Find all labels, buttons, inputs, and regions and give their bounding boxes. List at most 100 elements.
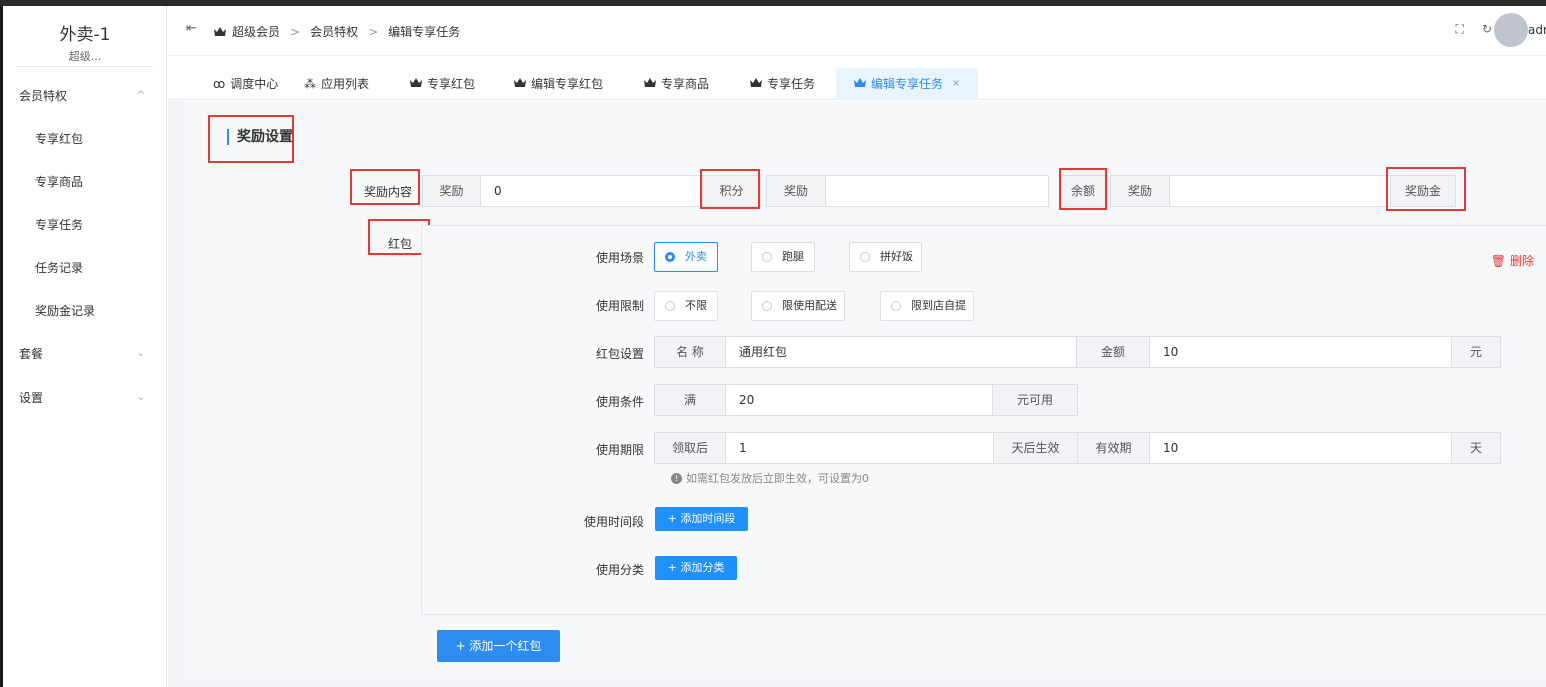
valid-input[interactable]: 10 (1149, 432, 1452, 464)
amount-unit: 元 (1451, 336, 1501, 368)
radio-delivery-only[interactable]: 限使用配送 (751, 291, 845, 321)
breadcrumb-separator: > (290, 24, 301, 39)
sidebar-item-member-privileges[interactable]: 会员特权 ^ (3, 78, 167, 114)
tab-edit-exclusive-tasks[interactable]: 编辑专享任务 × (836, 68, 979, 100)
scene-label: 使用场景 (596, 251, 645, 265)
info-icon: ! (671, 472, 682, 484)
crown-icon (410, 69, 422, 99)
tab-dispatch-center[interactable]: ꝏ 调度中心 (203, 68, 288, 100)
amount-addon: 金额 (1076, 336, 1150, 368)
radio-dot (891, 301, 901, 311)
breadcrumb-item[interactable]: 会员特权 (310, 23, 358, 40)
form-card: 奖励设置 奖励内容 奖励 0 积分 奖励 余额 奖励 奖励金 红包 使用场景 外… (184, 101, 1546, 680)
header-icons: ⛶ ↻ (1456, 22, 1492, 37)
radio-group-meal[interactable]: 拼好饭 (849, 242, 922, 272)
highlight-box (1059, 168, 1107, 210)
balance-input[interactable] (825, 175, 1049, 207)
points-input[interactable]: 0 (480, 175, 703, 207)
trash-icon: 🗑 (1490, 253, 1506, 268)
condition-input[interactable]: 20 (725, 384, 993, 416)
tab-exclusive-redpacket[interactable]: 专享红包 (400, 68, 485, 100)
bike-icon: ꝏ (213, 77, 226, 91)
condition-prefix: 满 (654, 384, 726, 416)
crown-icon (644, 69, 656, 99)
add-category-button[interactable]: + 添加分类 (655, 556, 737, 580)
chevron-down-icon: ⌄ (136, 348, 145, 359)
period-input[interactable]: 1 (725, 432, 994, 464)
period-prefix: 领取后 (654, 432, 726, 464)
breadcrumb-item[interactable]: 超级会员 (232, 23, 280, 40)
sidebar-item-bonus-records[interactable]: 奖励金记录 (3, 293, 167, 329)
radio-dot (860, 252, 870, 262)
sidebar-item-label: 设置 (19, 391, 44, 405)
chevron-down-icon: ⌄ (136, 392, 145, 403)
radio-takeout[interactable]: 外卖 (654, 242, 718, 272)
crown-icon (514, 69, 526, 99)
tab-label: 调度中心 (230, 77, 279, 91)
name-addon: 名 称 (654, 336, 726, 368)
divider (17, 66, 153, 67)
radio-label: 跑腿 (782, 250, 804, 263)
redpacket-panel (421, 225, 1546, 615)
fullscreen-icon[interactable]: ⛶ (1456, 22, 1464, 37)
reward-prefix: 奖励 (422, 175, 481, 207)
tab-label: 专享商品 (661, 77, 710, 91)
user-name[interactable]: adr (1528, 23, 1546, 37)
bonus-input[interactable] (1169, 175, 1392, 207)
tab-label: 应用列表 (321, 77, 370, 91)
sidebar-item-exclusive-tasks[interactable]: 专享任务 (3, 207, 167, 243)
hint-text: ! 如需红包发放后立即生效，可设置为0 (671, 470, 869, 486)
reward-prefix: 奖励 (766, 175, 826, 207)
radio-label: 不限 (685, 299, 707, 312)
sidebar-item-label: 专享任务 (35, 218, 84, 232)
radio-label: 限到店自提 (911, 299, 966, 312)
condition-suffix: 元可用 (992, 384, 1078, 416)
radio-dot (762, 252, 772, 262)
radio-dot (665, 252, 675, 262)
condition-label: 使用条件 (596, 395, 645, 409)
crown-icon (854, 69, 866, 99)
radio-label: 限使用配送 (782, 299, 837, 312)
add-time-button[interactable]: + 添加时间段 (655, 507, 748, 531)
sidebar-item-label: 专享商品 (35, 175, 84, 189)
period-label: 使用期限 (596, 443, 645, 457)
breadcrumb-separator: > (368, 24, 379, 39)
tab-exclusive-tasks[interactable]: 专享任务 (740, 68, 825, 100)
add-redpacket-button[interactable]: + 添加一个红包 (437, 630, 560, 662)
sidebar-item-packages[interactable]: 套餐 ⌄ (3, 336, 167, 372)
tab-bar: ꝏ 调度中心 ⁂ 应用列表 专享红包 编辑专享红包 专享商品 专享任务 编辑专享… (168, 56, 1546, 100)
tab-label: 编辑专享任务 (871, 77, 944, 91)
refresh-icon[interactable]: ↻ (1482, 22, 1492, 37)
sidebar-item-exclusive-goods[interactable]: 专享商品 (3, 164, 167, 200)
close-icon[interactable]: × (952, 69, 960, 99)
sidebar-item-exclusive-redpacket[interactable]: 专享红包 (3, 121, 167, 157)
name-input[interactable]: 通用红包 (725, 336, 1077, 368)
tab-app-list[interactable]: ⁂ 应用列表 (294, 68, 379, 100)
sidebar-item-settings[interactable]: 设置 ⌄ (3, 380, 167, 416)
radio-dot (665, 301, 675, 311)
amount-input[interactable]: 10 (1149, 336, 1452, 368)
menu-fold-icon[interactable]: ⇤ (186, 21, 197, 36)
valid-unit: 天 (1451, 432, 1501, 464)
sidebar-item-task-records[interactable]: 任务记录 (3, 250, 167, 286)
category-label: 使用分类 (596, 563, 645, 577)
highlight-box (350, 169, 420, 205)
radio-no-limit[interactable]: 不限 (654, 291, 718, 321)
tab-label: 编辑专享红包 (531, 77, 604, 91)
period-suffix: 天后生效 (993, 432, 1078, 464)
sidebar: 外卖-1 超级... 会员特权 ^ 专享红包 专享商品 专享任务 任务记录 奖励… (3, 6, 167, 687)
valid-addon: 有效期 (1077, 432, 1150, 464)
crown-icon (214, 26, 226, 37)
breadcrumb-item: 编辑专享任务 (388, 25, 461, 39)
tab-exclusive-goods[interactable]: 专享商品 (634, 68, 719, 100)
reward-prefix: 奖励 (1110, 175, 1170, 207)
tab-label: 专享任务 (767, 77, 816, 91)
tab-edit-exclusive-redpacket[interactable]: 编辑专享红包 (504, 68, 613, 100)
highlight-box (1386, 167, 1466, 211)
avatar[interactable] (1494, 13, 1528, 47)
radio-errand[interactable]: 跑腿 (751, 242, 815, 272)
radio-label: 拼好饭 (880, 250, 913, 263)
delete-button[interactable]: 🗑 删除 (1491, 252, 1534, 269)
app-frame: 外卖-1 超级... 会员特权 ^ 专享红包 专享商品 专享任务 任务记录 奖励… (3, 6, 1546, 687)
radio-pickup-only[interactable]: 限到店自提 (880, 291, 974, 321)
